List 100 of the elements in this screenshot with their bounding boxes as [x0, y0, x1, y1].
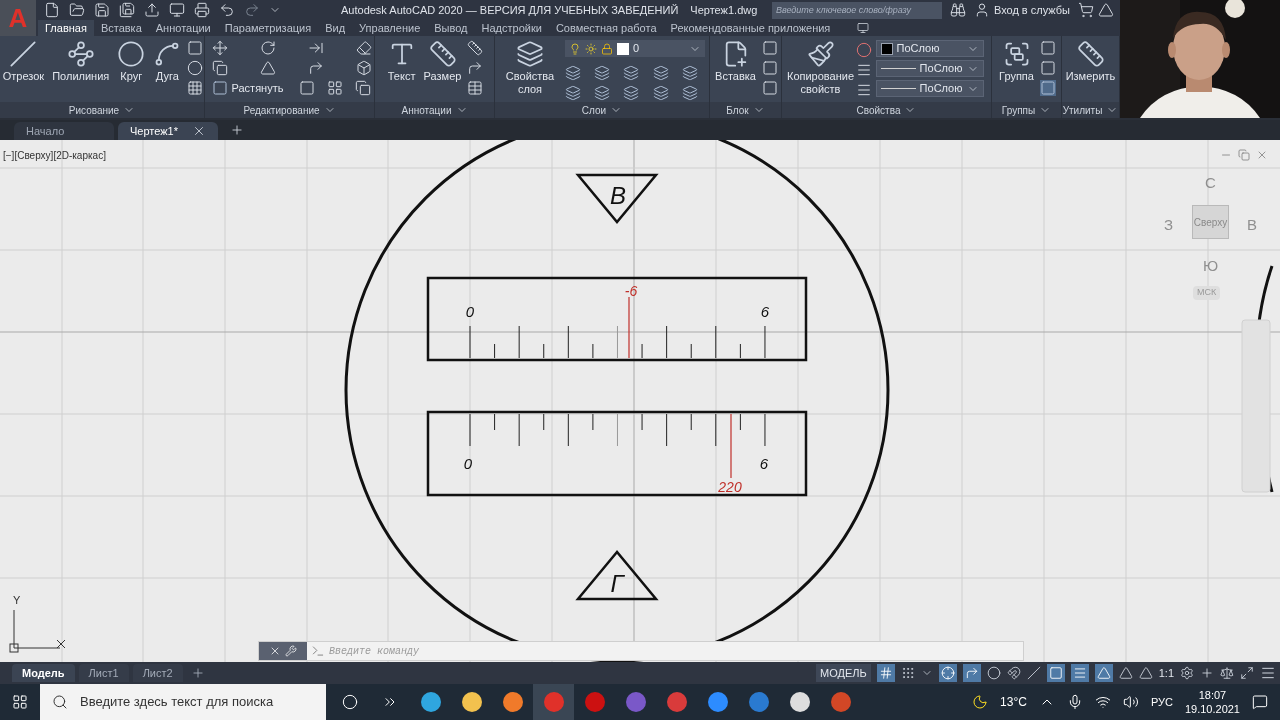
dropdown-field[interactable]: ПоСлою — [875, 80, 984, 97]
ribbon-tab[interactable]: Главная — [38, 20, 94, 36]
viewport-label[interactable]: [−][Сверху][2D-каркас] — [3, 148, 106, 163]
layer-dropdown[interactable]: 0 — [565, 40, 705, 57]
notification-icon[interactable] — [1252, 694, 1268, 710]
polar-icon[interactable] — [986, 666, 1001, 680]
layer-icon[interactable] — [623, 65, 640, 81]
layer-icon[interactable] — [594, 85, 611, 101]
tool-button[interactable]: Группа — [997, 36, 1036, 83]
ribbon-tab[interactable]: Надстройки — [474, 20, 549, 36]
menu-icon[interactable] — [1260, 665, 1276, 681]
ribbon-tab[interactable]: Аннотации — [148, 20, 218, 36]
app-icon[interactable] — [420, 692, 441, 712]
language-indicator[interactable]: РУС — [1150, 693, 1173, 711]
wifi-icon[interactable] — [1094, 694, 1111, 710]
taskbar-search-field[interactable]: Введите здесь текст для поиска — [40, 684, 326, 720]
publish-icon[interactable] — [144, 2, 160, 18]
clock-time[interactable]: 18:07 — [1198, 688, 1227, 702]
save-icon[interactable] — [94, 2, 110, 18]
tool-button[interactable]: Отрезок — [0, 36, 47, 83]
array-icon[interactable] — [327, 80, 344, 97]
file-tab[interactable]: Чертеж1* — [118, 122, 218, 140]
sign-in-link[interactable]: Вход в службы — [993, 1, 1070, 19]
app-icon[interactable] — [461, 692, 482, 712]
layer-icon[interactable] — [681, 85, 698, 101]
close-icon[interactable] — [269, 645, 281, 657]
trim-icon[interactable] — [307, 40, 324, 56]
layout-tab[interactable]: Лист1 — [78, 664, 129, 682]
table-icon[interactable] — [467, 80, 484, 96]
layer-icon[interactable] — [594, 65, 611, 81]
command-field[interactable]: Введите команду — [329, 643, 1023, 659]
ribbon-tab[interactable]: Вывод — [427, 20, 475, 36]
moon-icon[interactable] — [972, 694, 989, 710]
search-field[interactable]: Введите ключевое слово/фразу — [771, 1, 942, 19]
snap-icon[interactable] — [900, 666, 915, 680]
ribbon-tab[interactable]: Вид — [318, 20, 353, 36]
rotate-icon[interactable] — [259, 40, 276, 56]
clock-date[interactable]: 19.10.2021 — [1184, 702, 1240, 716]
tool-button[interactable]: Дуга — [151, 36, 184, 83]
ribbon-tab[interactable]: Управление — [352, 20, 428, 36]
app-icon[interactable] — [707, 692, 728, 712]
layout-tab[interactable]: Лист2 — [132, 664, 183, 682]
binoculars-icon[interactable] — [949, 2, 966, 18]
move-icon[interactable] — [211, 40, 228, 56]
ribbon-tab[interactable]: Совместная работа — [548, 20, 664, 36]
dropdown-field[interactable]: ПоСлою — [875, 40, 984, 57]
new-icon[interactable] — [44, 2, 60, 18]
volume-icon[interactable] — [1122, 694, 1139, 710]
wrench-icon[interactable] — [285, 645, 297, 657]
temperature-label[interactable]: 13°C — [1000, 693, 1027, 711]
file-tab[interactable]: Начало — [14, 122, 114, 140]
layer-icon[interactable] — [681, 65, 698, 81]
layout-tab[interactable]: Модель — [12, 664, 75, 682]
layer-icon[interactable] — [623, 85, 640, 101]
print-icon[interactable] — [194, 2, 210, 18]
plus-icon[interactable] — [1200, 666, 1214, 680]
cortana-icon[interactable] — [342, 694, 358, 710]
selection-icon[interactable] — [1048, 666, 1063, 680]
layer-icon[interactable] — [652, 65, 669, 81]
offset-icon[interactable] — [355, 80, 372, 97]
rectangle-icon[interactable] — [187, 40, 204, 56]
ribbon-tab[interactable]: Параметризация — [217, 20, 319, 36]
settings-icon[interactable] — [1180, 666, 1194, 680]
tool-button[interactable]: Размер — [421, 36, 464, 83]
add-tab-icon[interactable] — [230, 123, 244, 137]
fullscreen-icon[interactable] — [1240, 666, 1254, 680]
tool-button[interactable]: Полилиния — [50, 36, 112, 83]
tool-button[interactable]: Свойства слоя — [499, 36, 561, 96]
layer-icon[interactable] — [565, 85, 581, 101]
select-group-icon[interactable] — [1039, 80, 1056, 96]
layer-icon[interactable] — [652, 85, 669, 101]
stretch-button[interactable]: Растянуть — [211, 80, 284, 97]
scale-button[interactable]: 1:1 — [1158, 664, 1174, 682]
app-icon[interactable] — [789, 692, 810, 712]
dropdown-field[interactable]: ПоСлою — [875, 60, 984, 77]
tool-button[interactable]: Текст — [385, 36, 418, 83]
start-icon[interactable] — [12, 694, 28, 710]
redo-icon[interactable] — [244, 2, 260, 18]
open-icon[interactable] — [69, 2, 85, 18]
close-icon[interactable] — [1256, 149, 1268, 161]
tool-button[interactable]: Копирование свойств — [789, 36, 852, 96]
layer-icon[interactable] — [565, 65, 581, 81]
hatch-icon[interactable] — [187, 80, 204, 96]
tool-button[interactable]: Измерить — [1063, 36, 1118, 83]
app-icon[interactable] — [502, 692, 523, 712]
drawing-canvas[interactable]: 0 6 -6 0 6 220 В Г [−][Сверху][2D-каркас] С З Сверху В Ю МСК Y Введите команду — [0, 140, 1280, 662]
copy-icon[interactable] — [211, 60, 228, 76]
ribbon-tab[interactable]: Вставка — [93, 20, 149, 36]
panel-title[interactable]: Слои — [581, 102, 607, 118]
close-icon[interactable] — [192, 124, 206, 138]
ribbon-tab[interactable]: Рекомендованные приложения — [663, 20, 838, 36]
save-as-icon[interactable] — [119, 2, 135, 18]
grid-icon[interactable] — [878, 666, 893, 680]
model-space-button[interactable]: МОДЕЛЬ — [816, 664, 871, 682]
tool-button[interactable]: Вставка — [713, 36, 758, 83]
tool-button[interactable]: Круг — [115, 36, 148, 83]
explode-icon[interactable] — [355, 60, 372, 76]
cart-icon[interactable] — [1078, 2, 1094, 18]
angle-icon[interactable] — [1026, 666, 1041, 680]
eraser-icon[interactable] — [355, 40, 372, 56]
